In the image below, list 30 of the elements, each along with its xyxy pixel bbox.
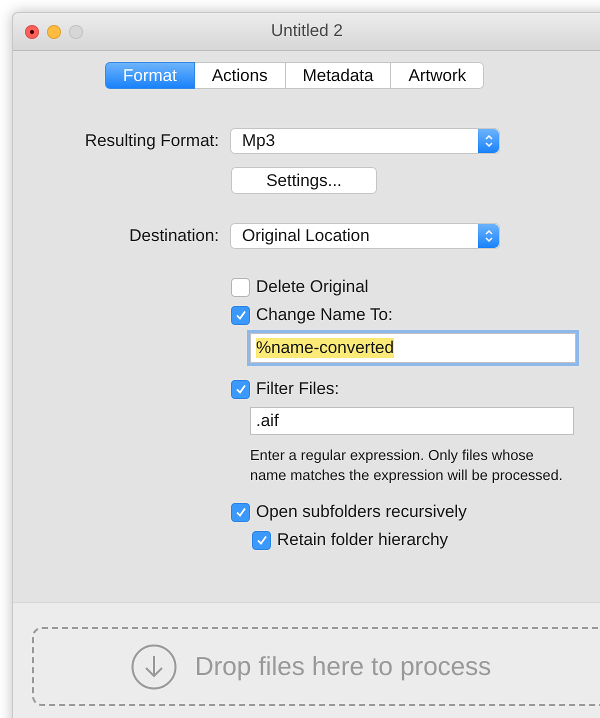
name-field[interactable]: %name-converted — [250, 333, 576, 363]
close-icon[interactable] — [25, 24, 39, 38]
checkbox-label: Change Name To: — [256, 305, 393, 325]
checkbox-label: Retain folder hierarchy — [277, 530, 448, 550]
checkbox[interactable] — [231, 380, 250, 398]
chevron-icon — [484, 228, 494, 244]
help-text: Enter a regular expression. Only files whose name matches the expression will be processed. — [250, 447, 564, 486]
checkbox[interactable] — [231, 278, 250, 296]
checkbox-label: Filter Files: — [256, 379, 340, 399]
chevron-icon — [484, 133, 494, 149]
window-title: Untitled 2 — [271, 21, 343, 41]
checkbox[interactable] — [231, 306, 250, 324]
checkbox-label: Open subfolders recursively — [256, 502, 467, 522]
tab[interactable]: Actions — [194, 62, 286, 89]
checkmark-icon — [256, 534, 268, 546]
checkbox[interactable] — [231, 502, 250, 522]
tab[interactable]: Artwork — [391, 62, 484, 89]
checkmark-icon — [234, 309, 246, 321]
field-label: Destination: — [128, 226, 219, 246]
destination-dropdown[interactable]: Original Location — [230, 223, 500, 249]
checkmark-icon — [234, 383, 246, 395]
checkmark-icon — [234, 506, 246, 518]
filter-field[interactable]: .aif — [250, 407, 574, 435]
format-dropdown[interactable]: Mp3 — [230, 128, 500, 154]
checkbox[interactable] — [252, 530, 271, 550]
settings-button[interactable]: Settings... — [231, 167, 377, 194]
drop-hint: Drop files here to process — [194, 651, 492, 682]
checkbox-label: Delete Original — [256, 277, 368, 297]
field-label: Resulting Format: — [84, 131, 219, 151]
tab[interactable]: Metadata — [286, 62, 392, 89]
